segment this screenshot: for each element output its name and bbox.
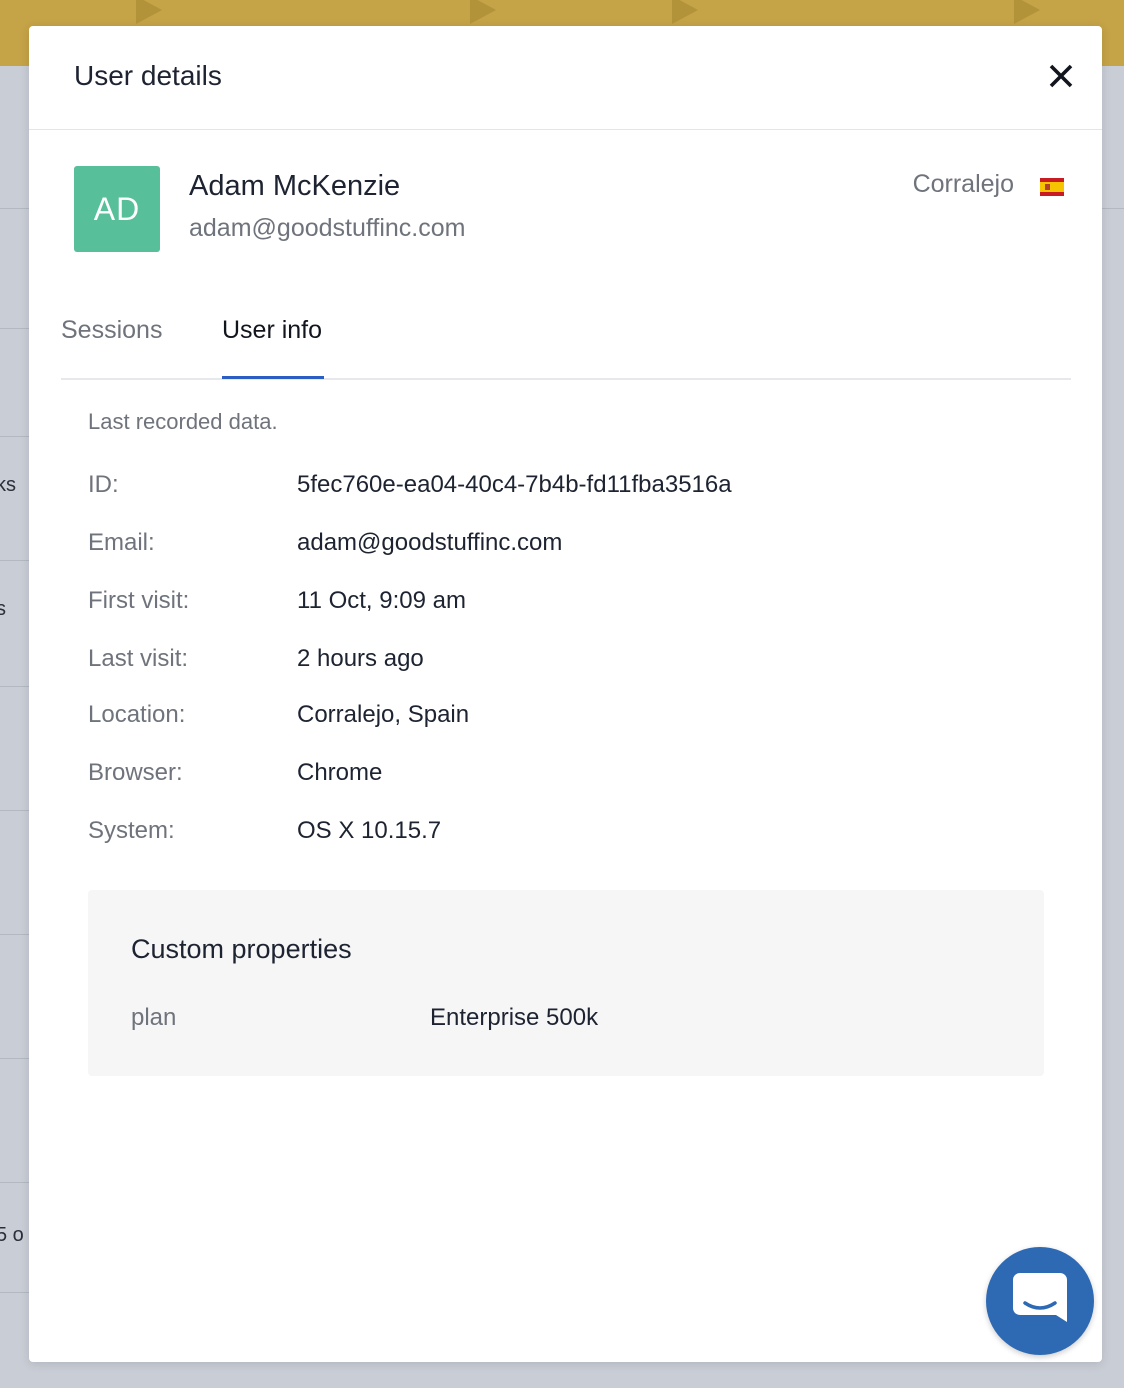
info-label: ID: [88,471,119,498]
info-note: Last recorded data. [88,409,278,434]
info-label: Email: [88,529,155,556]
info-value: 11 Oct, 9:09 am [297,587,466,614]
tab-sessions[interactable]: Sessions [61,316,162,345]
background-divider [0,1182,30,1183]
close-button[interactable] [1045,60,1077,92]
background-divider [0,560,30,561]
info-row-system: System: OS X 10.15.7 [88,817,988,849]
info-row-id: ID: 5fec760e-ea04-40c4-7b4b-fd11fba3516a [88,471,988,503]
custom-properties-title: Custom properties [131,934,352,964]
custom-property-value: Enterprise 500k [430,1004,599,1031]
info-label: First visit: [88,587,190,614]
info-label: Last visit: [88,645,189,672]
info-value: OS X 10.15.7 [297,817,442,844]
info-row-location: Location: Corralejo, Spain [88,701,988,733]
chat-launcher-button[interactable] [986,1247,1094,1355]
info-row-first-visit: First visit: 11 Oct, 9:09 am [88,587,988,619]
background-divider [0,686,30,687]
active-tab-indicator [222,376,324,379]
user-details-modal: User details AD Adam McKenzie adam@goods… [29,26,1102,1362]
background-play-icon [470,0,496,24]
modal-header: User details [29,26,1102,130]
info-row-browser: Browser: Chrome [88,759,988,791]
close-icon [1049,64,1073,88]
background-divider [1100,208,1124,209]
info-value: Corralejo, Spain [297,701,470,728]
background-divider [0,1292,30,1293]
info-label: Browser: [88,759,183,786]
info-value: 5fec760e-ea04-40c4-7b4b-fd11fba3516a [297,471,732,498]
info-value: adam@goodstuffinc.com [297,529,563,556]
user-profile: AD Adam McKenzie adam@goodstuffinc.com C… [74,166,1064,256]
background-play-icon [672,0,698,24]
background-text: 5 o [0,1224,24,1246]
background-text: ks [0,474,16,496]
user-name: Adam McKenzie [189,170,401,202]
info-label: Location: [88,701,186,728]
background-divider [0,934,30,935]
spain-flag-icon [1040,178,1064,196]
avatar: AD [74,166,160,252]
tabs: Sessions User info [61,296,1071,380]
background-text: s [0,598,6,620]
background-divider [0,810,30,811]
custom-property-key: plan [131,1004,177,1031]
background-divider [0,1058,30,1059]
user-city: Corralejo [912,170,1014,198]
background-play-icon [136,0,162,24]
info-value: Chrome [297,759,383,786]
info-label: System: [88,817,175,844]
modal-title: User details [74,60,222,91]
custom-properties-card: Custom properties plan Enterprise 500k [88,890,1044,1076]
background-divider [0,436,30,437]
background-divider [0,328,30,329]
info-row-email: Email: adam@goodstuffinc.com [88,529,988,561]
background-play-icon [1014,0,1040,24]
chat-icon [1013,1273,1067,1322]
background-divider [0,208,30,209]
info-value: 2 hours ago [297,645,424,672]
info-row-last-visit: Last visit: 2 hours ago [88,645,988,677]
user-email: adam@goodstuffinc.com [189,214,466,242]
tab-user-info[interactable]: User info [222,316,322,345]
